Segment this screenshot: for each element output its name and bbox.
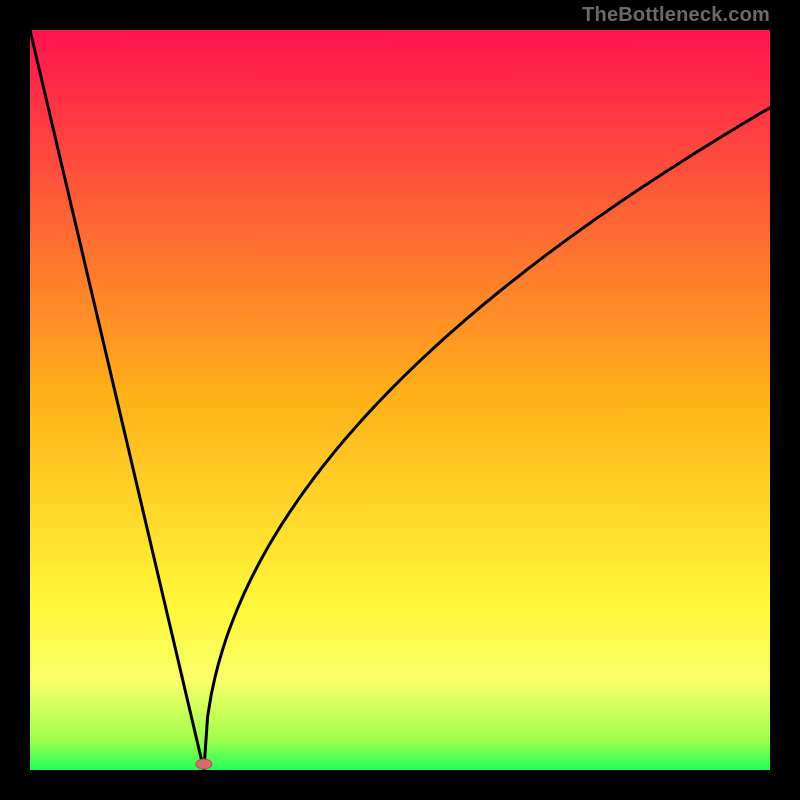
plot-area (30, 30, 770, 770)
minimum-marker (196, 759, 212, 769)
watermark-text: TheBottleneck.com (582, 4, 770, 27)
bottleneck-curve (30, 30, 770, 770)
outer-frame: TheBottleneck.com (0, 0, 800, 800)
curve-layer (30, 30, 770, 770)
